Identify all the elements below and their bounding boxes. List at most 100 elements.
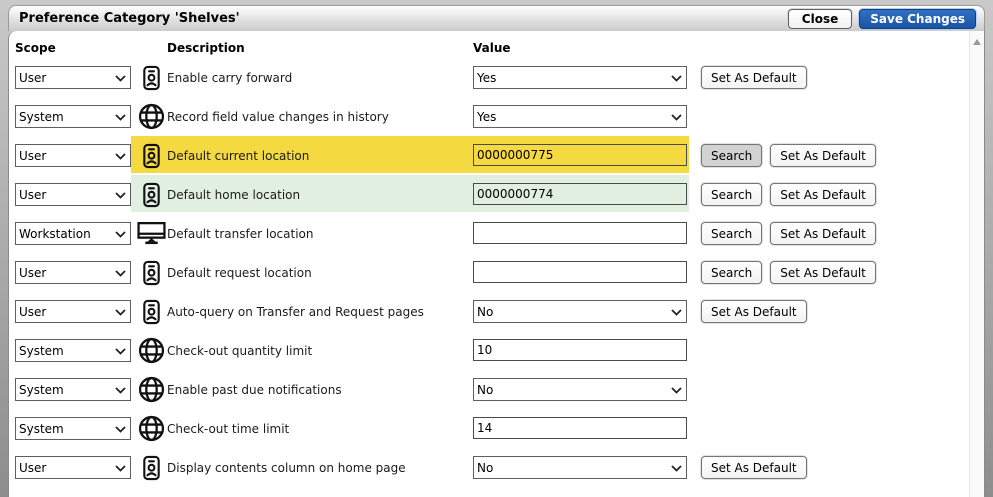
row-buttons: Search Set As Default: [701, 261, 876, 284]
value-input[interactable]: [473, 261, 687, 283]
value-input[interactable]: [473, 222, 687, 244]
scope-select-wrap: User: [15, 456, 131, 479]
scope-select[interactable]: User: [15, 183, 131, 206]
preference-row: User Auto-query on Transfer and Request p…: [9, 292, 968, 331]
preference-description: Auto-query on Transfer and Request pages: [167, 305, 424, 319]
value-select-wrap: Yes: [473, 105, 687, 128]
preference-rows: User Enable carry forward Yes Set As Defaul…: [9, 58, 968, 487]
user-badge-icon: [136, 453, 166, 482]
column-headers: Scope Description Value: [9, 31, 984, 58]
window-buttons: Close Save Changes: [788, 9, 976, 29]
value-select[interactable]: No: [473, 378, 687, 401]
search-button[interactable]: Search: [701, 144, 762, 167]
row-buttons: Set As Default: [701, 456, 807, 479]
preference-description: Check-out time limit: [167, 422, 289, 436]
scope-select[interactable]: User: [15, 66, 131, 89]
vertical-scrollbar[interactable]: [969, 31, 984, 497]
preference-row: System Record field value changes in hist…: [9, 97, 968, 136]
value-input[interactable]: [473, 417, 687, 439]
preference-row: User Default home location Search Set As De…: [9, 175, 968, 214]
user-badge-icon: [136, 63, 166, 92]
preference-description: Default home location: [167, 188, 300, 202]
column-header-scope: Scope: [15, 41, 56, 55]
scope-select[interactable]: System: [15, 105, 131, 128]
row-buttons: Set As Default: [701, 66, 807, 89]
preference-row: User Default current location Search Set As…: [9, 136, 968, 175]
scope-select[interactable]: System: [15, 339, 131, 362]
set-as-default-button[interactable]: Set As Default: [770, 144, 876, 167]
user-badge-icon: [136, 258, 166, 287]
preference-description: Enable carry forward: [167, 71, 292, 85]
monitor-icon: [136, 219, 166, 248]
page-title: Preference Category 'Shelves': [19, 11, 240, 26]
value-input[interactable]: [473, 339, 687, 361]
column-header-value: Value: [473, 41, 511, 55]
preference-row: System Enable past due notifications No: [9, 370, 968, 409]
save-changes-button[interactable]: Save Changes: [859, 9, 976, 29]
user-badge-icon: [136, 180, 166, 209]
set-as-default-button[interactable]: Set As Default: [770, 222, 876, 245]
value-select-wrap: No: [473, 378, 687, 401]
value-select-wrap: No: [473, 456, 687, 479]
scope-select[interactable]: User: [15, 300, 131, 323]
value-select[interactable]: Yes: [473, 66, 687, 89]
preference-row: Workstation Default transfer location Sear…: [9, 214, 968, 253]
preference-row: User Display contents column on home page…: [9, 448, 968, 487]
search-button[interactable]: Search: [701, 222, 762, 245]
row-buttons: Search Set As Default: [701, 222, 876, 245]
scope-select-wrap: User: [15, 66, 131, 89]
row-buttons: Search Set As Default: [701, 144, 876, 167]
value-select-wrap: Yes: [473, 66, 687, 89]
scope-select-wrap: System: [15, 339, 131, 362]
scope-select[interactable]: User: [15, 456, 131, 479]
preference-description: Default request location: [167, 266, 312, 280]
scope-select-wrap: User: [15, 261, 131, 284]
preference-description: Record field value changes in history: [167, 110, 389, 124]
globe-icon: [136, 336, 166, 365]
scope-select-wrap: User: [15, 300, 131, 323]
scroll-up-arrow-icon[interactable]: [973, 39, 981, 45]
globe-icon: [136, 375, 166, 404]
scope-select[interactable]: Workstation: [15, 222, 131, 245]
set-as-default-button[interactable]: Set As Default: [770, 261, 876, 284]
preference-panel: Scope Description Value User Enable carry…: [8, 31, 985, 497]
search-button[interactable]: Search: [701, 261, 762, 284]
value-input[interactable]: [473, 144, 687, 166]
user-badge-icon: [136, 297, 166, 326]
value-select-wrap: No: [473, 300, 687, 323]
preference-row: System Check-out time limit: [9, 409, 968, 448]
search-button[interactable]: Search: [701, 183, 762, 206]
preference-description: Default current location: [167, 149, 309, 163]
scope-select-wrap: System: [15, 417, 131, 440]
row-buttons: Search Set As Default: [701, 183, 876, 206]
scope-select[interactable]: User: [15, 261, 131, 284]
preference-description: Default transfer location: [167, 227, 313, 241]
value-select[interactable]: Yes: [473, 105, 687, 128]
window-titlebar: Preference Category 'Shelves' Close Save…: [8, 5, 985, 31]
row-buttons: Set As Default: [701, 300, 807, 323]
preference-row: User Enable carry forward Yes Set As Defaul…: [9, 58, 968, 97]
set-as-default-button[interactable]: Set As Default: [701, 66, 807, 89]
preference-description: Enable past due notifications: [167, 383, 342, 397]
scope-select-wrap: Workstation: [15, 222, 131, 245]
globe-icon: [136, 414, 166, 443]
scope-select-wrap: System: [15, 378, 131, 401]
scope-select[interactable]: User: [15, 144, 131, 167]
globe-icon: [136, 102, 166, 131]
scope-select[interactable]: System: [15, 417, 131, 440]
preference-row: User Default request location Search Set As…: [9, 253, 968, 292]
scope-select-wrap: System: [15, 105, 131, 128]
set-as-default-button[interactable]: Set As Default: [701, 456, 807, 479]
value-select[interactable]: No: [473, 300, 687, 323]
preference-description: Display contents column on home page: [167, 461, 406, 475]
scope-select-wrap: User: [15, 183, 131, 206]
preference-row: System Check-out quantity limit: [9, 331, 968, 370]
set-as-default-button[interactable]: Set As Default: [701, 300, 807, 323]
column-header-description: Description: [167, 41, 245, 55]
scope-select[interactable]: System: [15, 378, 131, 401]
value-select[interactable]: No: [473, 456, 687, 479]
close-button[interactable]: Close: [788, 9, 852, 29]
value-input[interactable]: [473, 183, 687, 205]
preference-description: Check-out quantity limit: [167, 344, 312, 358]
set-as-default-button[interactable]: Set As Default: [770, 183, 876, 206]
